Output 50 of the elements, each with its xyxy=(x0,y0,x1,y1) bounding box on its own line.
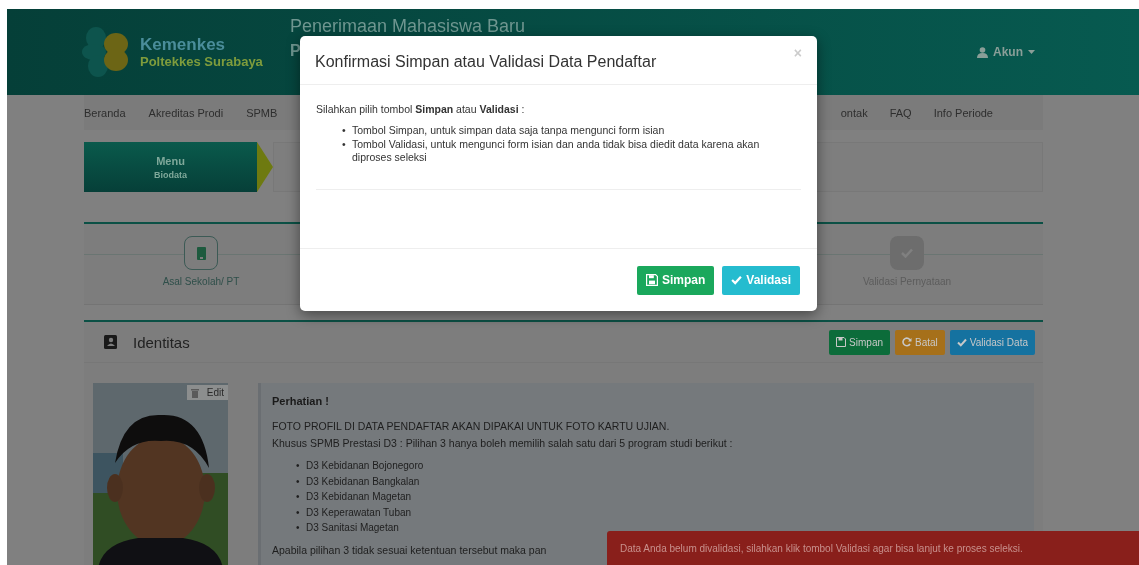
notice-text: FOTO PROFIL DI DATA PENDAFTAR AKAN DIPAKAI UNTUK FOTO KARTU UJIAN. xyxy=(272,419,671,434)
action-button[interactable]: Batal xyxy=(895,329,945,355)
nav-link[interactable]: Info Periode xyxy=(933,106,993,119)
bullet: • xyxy=(296,474,301,489)
action-button[interactable]: Validasi Data xyxy=(949,329,1035,355)
user-icon xyxy=(977,46,988,58)
panel-title: Identitas xyxy=(133,333,190,351)
nav-link[interactable]: FAQ xyxy=(889,106,912,119)
bullet: • xyxy=(342,137,347,152)
brand-subtitle: Poltekkes Surabaya xyxy=(140,53,264,69)
toast-message: Data Anda belum divalidasi, silahkan klik tombol Validasi agar bisa lanjut ke proses seleksi. xyxy=(607,531,1139,565)
program-item: D3 Kebidanan Bangkalan xyxy=(306,474,420,489)
nav-link[interactable]: Beranda xyxy=(84,106,126,119)
program-item: D3 Keperawatan Tuban xyxy=(306,505,412,520)
notice-text: Khusus SPMB Prestasi D3 : Pilihan 3 hanya boleh memilih salah satu dari 5 program studi berikut : xyxy=(272,436,734,451)
notice-text: Apabila pilihan 3 tidak sesuai ketentuan tersebut maka pan xyxy=(272,543,547,556)
bullet: • xyxy=(342,124,347,138)
bullet: • xyxy=(296,459,301,473)
bullet: • xyxy=(296,505,301,520)
check-icon xyxy=(731,275,743,285)
tablet-icon[interactable] xyxy=(184,236,218,270)
caret-icon xyxy=(1028,50,1035,54)
site-subtitle: P xyxy=(290,41,301,61)
modal-list-item: Tombol Validasi, untuk mengunci form isian dan anda tidak bisa diedit data karena akan diproses seleksi xyxy=(352,137,761,165)
step-label: Asal Sekolah/ PT xyxy=(162,276,240,287)
bullet: • xyxy=(296,490,301,504)
refresh-icon xyxy=(902,337,912,347)
bullet: • xyxy=(296,521,301,535)
nav-link[interactable]: ontak xyxy=(840,106,868,119)
action-button[interactable]: Simpan xyxy=(829,329,890,355)
account-menu[interactable]: Akun xyxy=(977,45,1035,59)
site-title: Penerimaan Mahasiswa Baru xyxy=(290,15,526,37)
program-item: D3 Kebidanan Bojonegoro xyxy=(306,459,424,473)
modal-title: Konfirmasi Simpan atau Validasi Data Pendaftar xyxy=(315,53,657,71)
logo-icon xyxy=(82,26,130,78)
menu-tab[interactable]: Menu Biodata xyxy=(84,142,257,192)
brand-name: Kemenkes xyxy=(140,35,227,54)
program-item: D3 Kebidanan Magetan xyxy=(306,490,412,504)
check-icon xyxy=(956,337,967,347)
id-card-icon xyxy=(104,335,117,349)
notice-title: Perhatian ! xyxy=(272,395,330,407)
modal-text: Silahkan pilih tombol Simpan atau Validasi : xyxy=(316,103,526,115)
nav-link[interactable]: Akreditas Prodi xyxy=(148,106,224,119)
modal-button[interactable]: Simpan xyxy=(636,265,715,295)
arrow-icon xyxy=(257,142,273,192)
trash-icon[interactable] xyxy=(190,387,199,398)
modal-list-item: Tombol Simpan, untuk simpan data saja tanpa mengunci form isian xyxy=(352,124,665,138)
modal-button[interactable]: Validasi xyxy=(722,265,800,295)
program-item: D3 Sanitasi Magetan xyxy=(306,521,399,535)
nav-link[interactable]: SPMB xyxy=(246,106,278,119)
